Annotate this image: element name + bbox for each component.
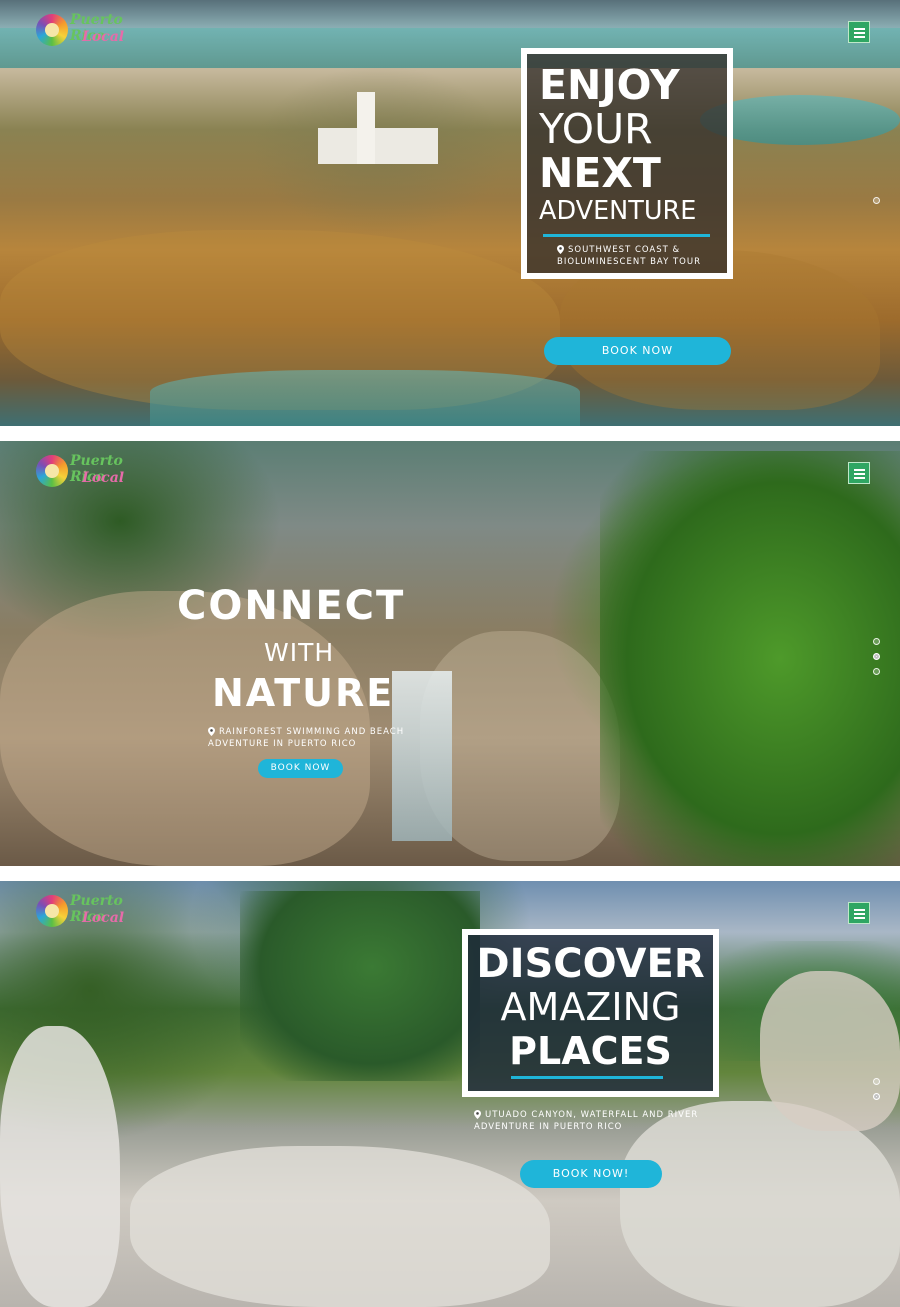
tour-location-line-2: BIOLUMINESCENT BAY TOUR: [557, 257, 701, 267]
slider-dot-active[interactable]: [873, 1093, 880, 1100]
logo-emblem-icon: [36, 895, 68, 927]
lighthouse-building: [318, 128, 438, 164]
tour-location: RAINFOREST SWIMMING AND BEACH ADVENTURE …: [208, 726, 418, 750]
tour-location-line-1: RAINFOREST SWIMMING AND BEACH: [219, 727, 405, 737]
headline-line-3: PLACES: [509, 1029, 672, 1073]
headline-line-1: CONNECT: [177, 583, 406, 629]
tour-location-line-2: ADVENTURE IN PUERTO RICO: [208, 739, 357, 749]
logo-emblem-icon: [36, 14, 68, 46]
headline-line-2: AMAZING: [500, 985, 681, 1029]
hamburger-menu-button[interactable]: [848, 902, 870, 924]
slider-dot[interactable]: [873, 638, 880, 645]
tour-location: UTUADO CANYON, WATERFALL AND RIVER ADVEN…: [474, 1109, 734, 1133]
headline-panel: DISCOVER AMAZING PLACES: [462, 929, 719, 1097]
headline-line-3: NEXT: [539, 149, 661, 197]
headline-accent-rule: [511, 1076, 663, 1079]
site-logo[interactable]: Puerto Rico Local: [36, 12, 141, 52]
rock-shape: [0, 1026, 120, 1307]
tour-location: SOUTHWEST COAST & BIOLUMINESCENT BAY TOU…: [557, 244, 727, 268]
tour-location-line-1: SOUTHWEST COAST &: [568, 245, 681, 255]
slider-pagination: [873, 638, 883, 683]
hamburger-icon: [854, 469, 865, 471]
hero-slide-1: Puerto Rico Local ENJOY YOUR NEXT ADVENT…: [0, 0, 900, 426]
rock-shape: [130, 1146, 550, 1307]
hamburger-menu-button[interactable]: [848, 462, 870, 484]
book-now-button[interactable]: BOOK NOW: [258, 759, 343, 778]
map-pin-icon: [557, 245, 564, 254]
slider-dot[interactable]: [873, 668, 880, 675]
tour-location-line-2: ADVENTURE IN PUERTO RICO: [474, 1122, 623, 1132]
headline-accent-rule: [543, 234, 710, 237]
headline-panel: ENJOY YOUR NEXT ADVENTURE SOUTHWEST COAS…: [521, 48, 733, 279]
tour-location-line-1: UTUADO CANYON, WATERFALL AND RIVER: [485, 1110, 699, 1120]
logo-text-line2: Local: [82, 470, 125, 486]
headline-line-1: DISCOVER: [476, 941, 705, 987]
hamburger-icon: [854, 28, 865, 30]
slider-pagination: [873, 197, 883, 212]
logo-emblem-icon: [36, 455, 68, 487]
headline-line-1: ENJOY: [539, 61, 680, 109]
hamburger-menu-button[interactable]: [848, 21, 870, 43]
headline-line-3: NATURE: [212, 671, 395, 715]
surf-background: [150, 370, 580, 426]
logo-text-line2: Local: [82, 910, 125, 926]
headline-line-2: WITH: [264, 638, 335, 667]
waterfall-shape: [392, 671, 452, 841]
slider-dot-active[interactable]: [873, 653, 880, 660]
book-now-button[interactable]: BOOK NOW: [544, 337, 731, 365]
map-pin-icon: [208, 727, 215, 736]
slider-dot[interactable]: [873, 1078, 880, 1085]
headline-line-4: ADVENTURE: [539, 196, 697, 226]
book-now-button[interactable]: BOOK NOW!: [520, 1160, 662, 1188]
lighthouse-tower: [357, 92, 375, 164]
slider-dot[interactable]: [873, 197, 880, 204]
logo-text-line2: Local: [82, 29, 125, 45]
map-pin-icon: [474, 1110, 481, 1119]
foliage-shape: [600, 451, 900, 866]
hamburger-icon: [854, 909, 865, 911]
hero-slide-2: Puerto Rico Local CONNECT WITH NATURE RA…: [0, 441, 900, 866]
headline-line-2: YOUR: [539, 105, 653, 153]
slider-pagination: [873, 1078, 883, 1108]
hero-slide-3: Puerto Rico Local DISCOVER AMAZING PLACE…: [0, 881, 900, 1307]
site-logo[interactable]: Puerto Rico Local: [36, 453, 141, 493]
site-logo[interactable]: Puerto Rico Local: [36, 893, 141, 933]
mountain-shape: [240, 891, 480, 1081]
